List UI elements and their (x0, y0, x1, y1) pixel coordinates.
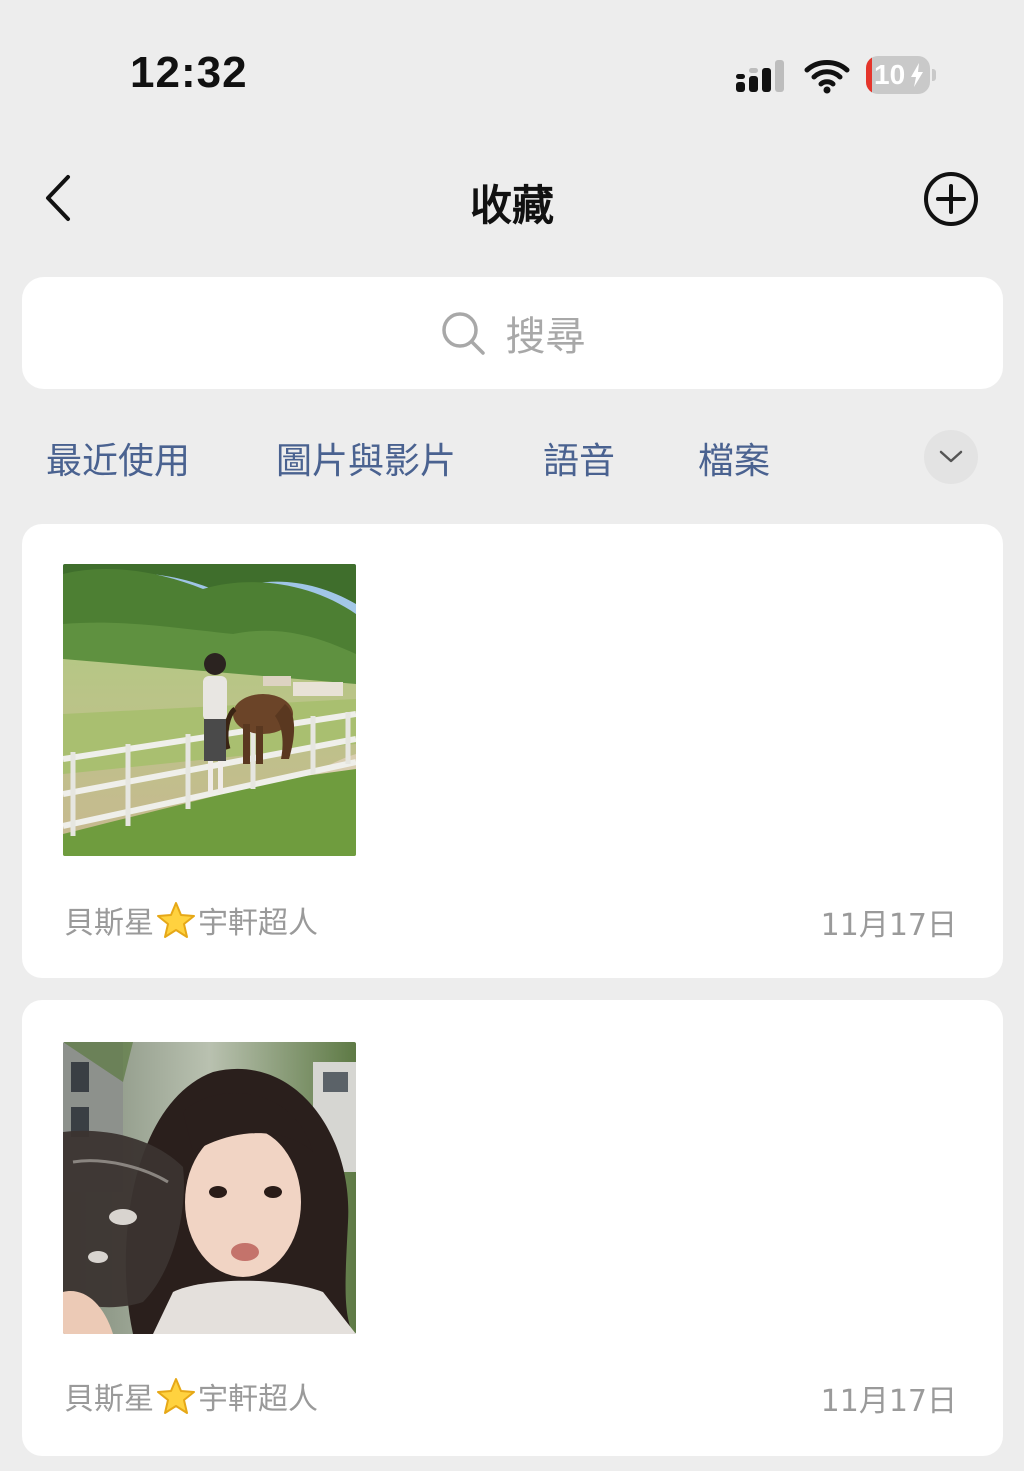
search-input[interactable]: 搜尋 (22, 277, 1003, 389)
search-icon (441, 312, 485, 355)
tab-photos-videos[interactable]: 圖片與影片 (276, 432, 456, 484)
star-icon (157, 1378, 195, 1414)
status-bar: 12:32 10 (0, 0, 1024, 130)
chevron-down-icon (939, 450, 963, 463)
source-name-prefix: 貝斯星 (64, 906, 154, 941)
tab-recent[interactable]: 最近使用 (46, 432, 190, 484)
battery-body: 10 (866, 56, 930, 94)
favorite-item[interactable]: 貝斯星 宇軒超人 11月17日 (22, 1000, 1003, 1456)
signal-icon (736, 60, 784, 92)
status-time: 12:32 (130, 48, 248, 97)
search-placeholder: 搜尋 (505, 314, 586, 360)
item-source: 貝斯星 宇軒超人 (64, 1374, 318, 1418)
add-button[interactable] (922, 170, 980, 228)
source-name-prefix: 貝斯星 (64, 1382, 154, 1417)
photo-thumbnail[interactable] (63, 1042, 356, 1334)
page-title: 收藏 (469, 181, 554, 230)
nav-bar: 收藏 (0, 140, 1024, 260)
battery-icon: 10 (866, 56, 936, 94)
battery-tip (932, 69, 936, 81)
photo-horse-ranch (63, 564, 356, 856)
wifi-icon (804, 60, 850, 94)
expand-tabs-button[interactable] (924, 430, 978, 484)
source-name-suffix: 宇軒超人 (198, 1382, 318, 1417)
item-source: 貝斯星 宇軒超人 (64, 898, 318, 942)
source-name-suffix: 宇軒超人 (198, 906, 318, 941)
photo-selfie (63, 1042, 356, 1334)
star-icon (157, 902, 195, 938)
tab-voice[interactable]: 語音 (543, 432, 615, 484)
search-inner: 搜尋 (440, 304, 586, 362)
favorite-item[interactable]: 貝斯星 宇軒超人 11月17日 (22, 524, 1003, 978)
category-tabs: 最近使用 圖片與影片 語音 檔案 (0, 420, 1024, 496)
favorites-screen: 12:32 10 收藏 搜尋 最近使用 圖片與影片 語音 檔案 貝斯星 宇軒超人… (0, 0, 1024, 1471)
item-date: 11月17日 (820, 908, 957, 943)
charging-bolt-icon (911, 63, 923, 87)
item-date: 11月17日 (820, 1384, 957, 1419)
battery-fill (866, 56, 873, 94)
tab-files[interactable]: 檔案 (698, 432, 770, 484)
battery-percent: 10 (874, 59, 906, 90)
photo-thumbnail[interactable] (63, 564, 356, 856)
